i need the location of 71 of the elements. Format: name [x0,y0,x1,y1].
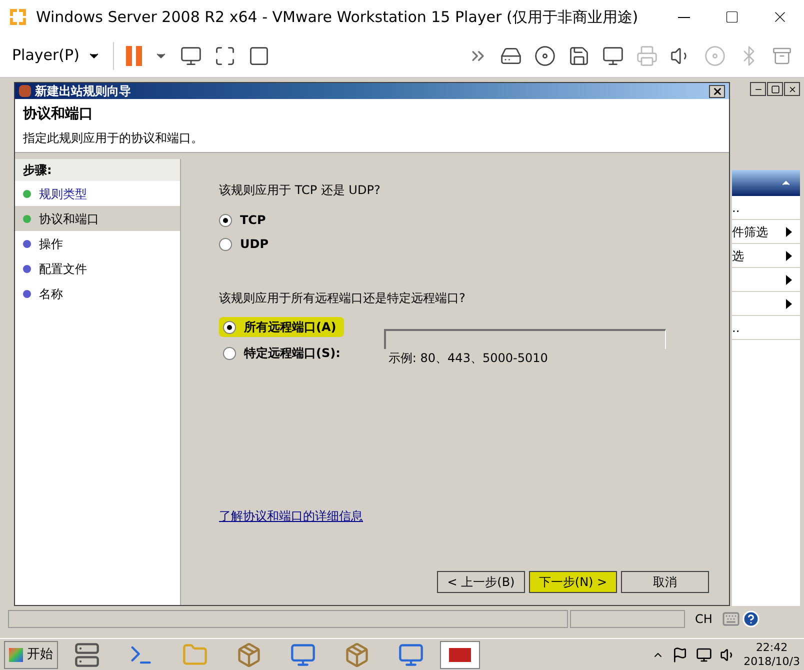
server-icon[interactable] [74,642,100,668]
action-item[interactable]: .. [732,198,740,216]
fullscreen-icon[interactable] [214,44,236,66]
step-item[interactable]: 操作 [15,231,180,256]
radio-label: UDP [240,236,268,253]
radio-option[interactable]: 所有远程端口(A) [219,317,344,337]
maximize-button[interactable] [767,82,783,96]
pause-icon[interactable] [126,46,142,66]
language-indicator: CH [694,611,714,628]
minimize-button[interactable] [750,82,766,96]
maximize-icon [725,10,739,24]
action-row[interactable]: 件筛选 [732,220,800,244]
arrow-icon [786,226,792,236]
clock-date: 2018/10/3 [744,654,800,668]
step-label: 操作 [39,236,63,252]
player-menu[interactable]: Player(P) [12,44,102,67]
action-row[interactable]: 选 [732,244,800,268]
action-item[interactable]: 件筛选 [732,222,768,240]
step-label: 规则类型 [39,186,87,202]
window-title: Windows Server 2008 R2 x64 - VMware Workstation 15 Player (仅用于非商业用途) [36,6,638,28]
step-item[interactable]: 协议和端口 [15,206,180,231]
radio-button[interactable] [223,320,236,334]
minimize-icon [678,16,690,18]
port-question: 该规则应用于所有远程端口还是特定远程端口? [219,290,466,307]
radio-button[interactable] [219,238,232,250]
monitor-icon[interactable] [180,44,202,66]
wizard-title: 新建出站规则向导 [35,83,131,100]
action-item[interactable]: 选 [732,246,744,264]
page-heading: 协议和端口 [23,105,94,124]
arrow-icon [786,298,792,308]
clock-time: 22:42 [756,640,788,654]
floppy-icon[interactable] [568,44,590,66]
start-button[interactable]: 开始 [4,640,58,668]
disc-icon[interactable] [534,44,556,66]
close-icon [712,86,722,96]
radio-button[interactable] [219,214,232,226]
radio-label: TCP [240,212,266,229]
wizard-button[interactable]: 下一步(N) > [529,571,617,593]
step-item[interactable]: 规则类型 [15,181,180,206]
protocol-question: 该规则应用于 TCP 还是 UDP? [219,182,382,199]
wizard-button[interactable]: < 上一步(B) [437,571,525,593]
wizard-button[interactable]: 取消 [621,571,709,593]
help-icon[interactable] [742,610,760,628]
close-icon [788,84,796,94]
steps-heading: 步骤: [15,159,180,181]
flag-icon[interactable] [672,646,688,662]
radio-label: 特定远程端口(S): [244,345,340,362]
help-link[interactable]: 了解协议和端口的详细信息 [219,507,713,525]
page-subtitle: 指定此规则应用于的协议和端口。 [23,130,204,147]
step-item[interactable]: 名称 [15,281,180,306]
step-label: 协议和端口 [39,210,99,228]
step-label: 名称 [39,286,63,302]
action-row[interactable]: .. [732,316,800,340]
package-icon[interactable] [344,642,370,668]
close-button[interactable] [784,82,800,96]
radio-button[interactable] [223,346,236,360]
radio-label: 所有远程端口(A) [244,319,336,336]
arrow-icon [786,250,792,260]
step-label: 配置文件 [39,260,87,278]
radio-option[interactable]: 特定远程端口(S): [219,343,344,363]
archive-icon[interactable] [772,46,792,66]
port-input-field[interactable] [384,329,666,349]
close-button[interactable] [709,84,725,98]
maximize-icon [770,84,780,94]
action-row[interactable]: .. [732,196,800,220]
package-icon[interactable] [236,642,262,668]
example-text: 示例: 80、443、5000-5010 [388,350,549,367]
arrow-icon [786,274,792,284]
step-item[interactable]: 配置文件 [15,256,180,281]
app-logo-icon [8,7,28,27]
action-item[interactable]: .. [732,318,740,336]
